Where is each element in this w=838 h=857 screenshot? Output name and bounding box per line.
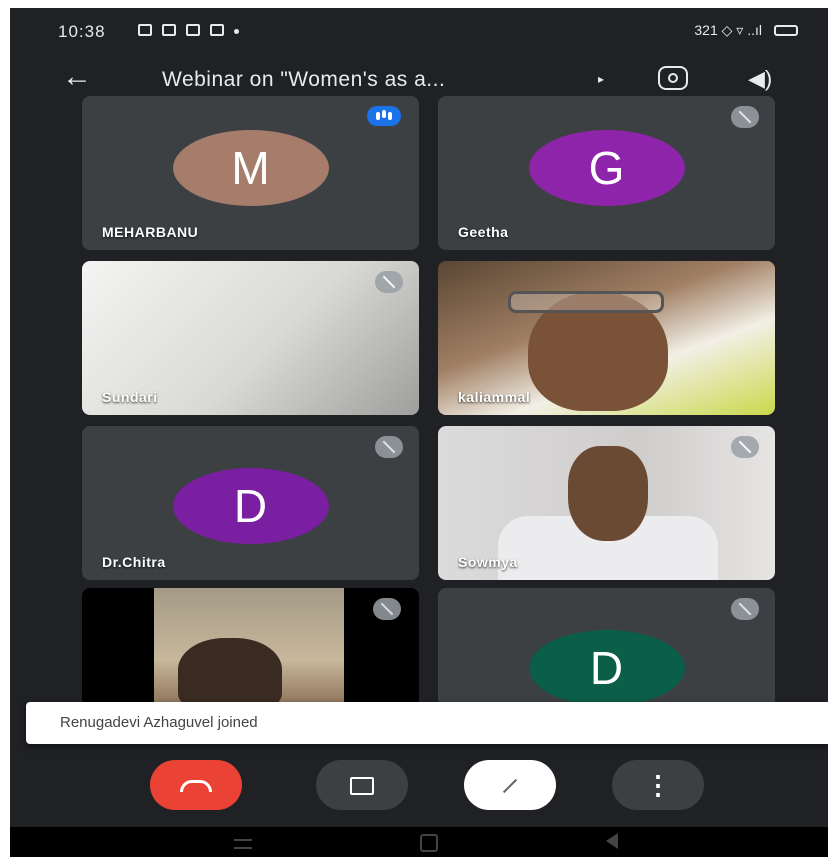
network-status-text: 321 ◇ ▿ ..ıl <box>694 22 762 38</box>
end-call-button[interactable] <box>150 760 242 810</box>
avatar: M <box>172 130 329 206</box>
avatar: G <box>528 130 685 206</box>
participant-joined-toast: Renugadevi Azhaguvel joined <box>26 702 828 744</box>
home-icon[interactable] <box>420 834 438 852</box>
video-camera-icon <box>350 776 374 795</box>
camera-toggle-button[interactable] <box>316 760 408 810</box>
mic-off-icon <box>502 778 518 793</box>
participant-tile[interactable]: G Geetha <box>438 96 775 250</box>
participant-name: kaliammal <box>458 389 531 405</box>
speaker-icon[interactable]: ◀) <box>748 66 772 92</box>
mic-off-icon <box>731 436 759 458</box>
participant-tile[interactable]: M MEHARBANU <box>82 96 419 250</box>
participant-tile[interactable]: D Dr.Chitra <box>82 426 419 580</box>
speaking-indicator-icon <box>367 106 401 126</box>
call-controls: ⋮ <box>10 760 828 814</box>
mic-off-icon <box>731 106 759 128</box>
notification-dot-icon <box>234 29 239 34</box>
participant-tile[interactable]: kaliammal <box>438 261 775 415</box>
notification-icons <box>138 24 239 36</box>
participant-name: Sowmya <box>458 554 518 570</box>
expand-caret-icon[interactable]: ▸ <box>598 72 604 86</box>
mic-off-icon <box>731 598 759 620</box>
participant-glasses <box>508 291 664 313</box>
microphone-toggle-button[interactable] <box>464 760 556 810</box>
notification-icon <box>186 24 200 36</box>
participant-name: Geetha <box>458 224 509 240</box>
mic-off-icon <box>375 271 403 293</box>
mic-off-icon <box>373 598 401 620</box>
participant-tile[interactable]: D <box>438 588 775 708</box>
participant-face <box>178 638 282 708</box>
participant-face <box>568 446 648 541</box>
android-navigation-bar <box>10 827 828 857</box>
more-options-button[interactable]: ⋮ <box>612 760 704 810</box>
notification-icon <box>162 24 176 36</box>
participant-name: Sundari <box>102 389 158 405</box>
participant-name: Dr.Chitra <box>102 554 166 570</box>
nav-back-icon[interactable] <box>606 833 618 849</box>
participant-video <box>82 588 419 708</box>
status-bar: 10:38 321 ◇ ▿ ..ıl <box>10 8 828 56</box>
participant-tile[interactable]: Sundari <box>82 261 419 415</box>
recent-apps-icon[interactable] <box>234 839 252 849</box>
avatar: D <box>172 468 329 544</box>
participant-tile[interactable]: Sowmya <box>438 426 775 580</box>
mic-off-icon <box>375 436 403 458</box>
meeting-title[interactable]: Webinar on "Women's as a... <box>162 68 445 92</box>
phone-hangup-icon <box>180 780 212 792</box>
status-right: 321 ◇ ▿ ..ıl <box>694 22 798 39</box>
status-time: 10:38 <box>58 22 106 41</box>
switch-camera-icon[interactable] <box>658 66 688 90</box>
participant-tile[interactable] <box>82 588 419 708</box>
participant-name: MEHARBANU <box>102 224 199 240</box>
back-arrow-icon[interactable]: ← <box>62 60 92 94</box>
meet-call-screen: 10:38 321 ◇ ▿ ..ıl ← Webinar on "Women's… <box>10 8 828 857</box>
notification-icon <box>138 24 152 36</box>
notification-icon <box>210 24 224 36</box>
battery-icon <box>774 25 798 36</box>
avatar: D <box>528 630 685 706</box>
